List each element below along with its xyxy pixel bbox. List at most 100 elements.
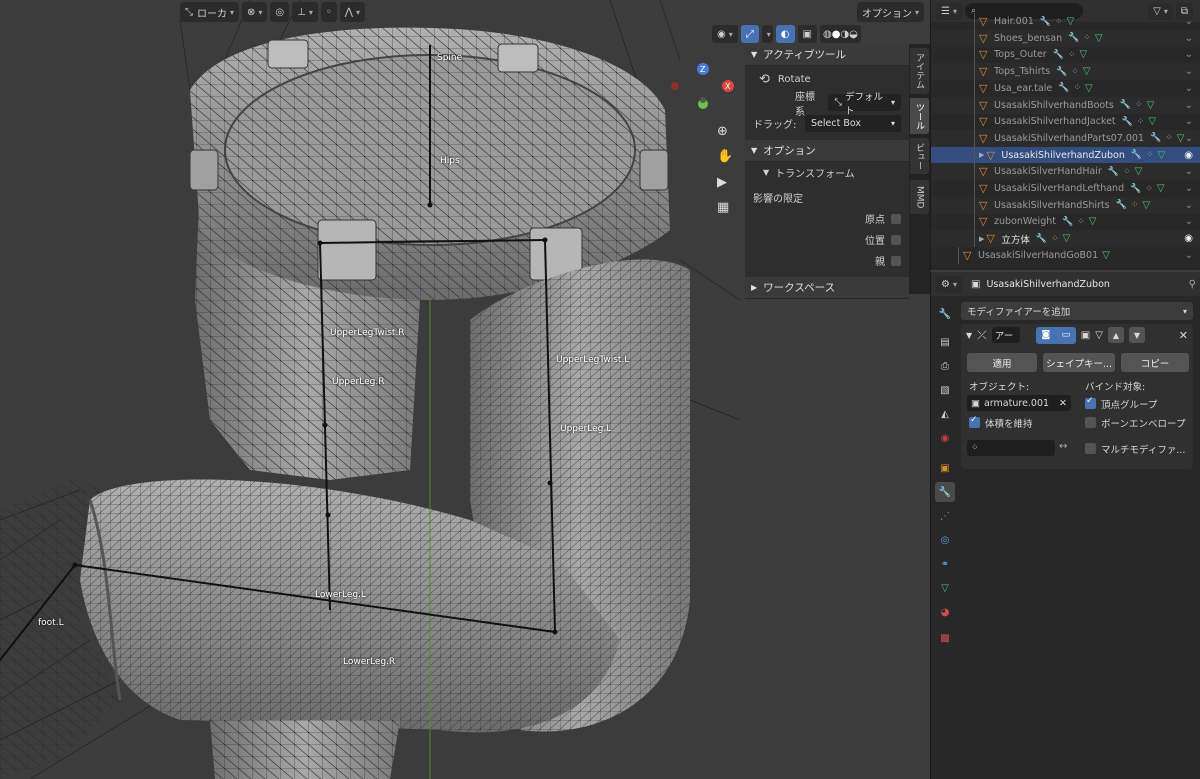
- camera-render-icon[interactable]: ◙: [1041, 330, 1050, 340]
- locations-checkbox[interactable]: [891, 234, 901, 245]
- object-field[interactable]: ▣ armature.001 ✕: [967, 395, 1071, 411]
- workspace-section-header[interactable]: ▶ ワークスペース: [745, 277, 909, 299]
- outliner-row[interactable]: ▽ UsasakiSilverHandLefthand 🔧 ⁘ ▽ ⌄: [931, 180, 1200, 197]
- eye-hidden-icon[interactable]: ⌄: [1185, 250, 1193, 261]
- mesh-data-icon[interactable]: ▽: [1085, 83, 1093, 94]
- tab-mmd[interactable]: MMD: [910, 180, 929, 214]
- pan-hand-icon[interactable]: ✋: [717, 149, 733, 164]
- outliner-row[interactable]: ▽ Tops_Outer 🔧 ⁘ ▽ ⌄: [931, 46, 1200, 64]
- origins-checkbox[interactable]: [891, 213, 901, 224]
- parents-row[interactable]: 親: [745, 250, 909, 271]
- drag-select[interactable]: Select Box ▾: [805, 115, 901, 132]
- orientation-dropdown[interactable]: ⤡ ローカ ▾: [180, 2, 240, 22]
- coord-select[interactable]: ⤡ デフォルト ▾: [828, 92, 901, 117]
- editmode-toggle[interactable]: ◙ ▭: [1035, 326, 1076, 344]
- outliner-row[interactable]: ▶ ▽ UsasakiShilverhandZubon 🔧 ⁘ ▽ ◉: [931, 146, 1200, 164]
- eye-hidden-icon[interactable]: ⌄: [1185, 183, 1193, 194]
- modifier-wrench-icon[interactable]: 🔧: [1122, 117, 1133, 127]
- mesh-data-icon[interactable]: ▽: [1095, 33, 1103, 44]
- outliner-row[interactable]: ▽ UsasakiSilverHandGoB01 ▽ ⌄: [931, 246, 1200, 264]
- zoom-icon[interactable]: ⊕: [717, 124, 728, 139]
- mesh-data-icon[interactable]: ▽: [1135, 166, 1143, 177]
- vertex-groups-icon[interactable]: ⁘: [1055, 17, 1063, 27]
- outliner-row[interactable]: ▽ Tops_Tshirts 🔧 ⁘ ▽ ⌄: [931, 63, 1200, 81]
- origins-row[interactable]: 原点: [745, 208, 909, 229]
- invert-arrows-icon[interactable]: ↔: [1059, 441, 1067, 452]
- gizmo-toggle[interactable]: ⤢: [740, 25, 759, 43]
- data-tab-icon[interactable]: ▽: [935, 578, 955, 598]
- monitor-icon[interactable]: ▭: [1062, 330, 1071, 340]
- tab-item[interactable]: アイテム: [910, 48, 929, 94]
- multi-modifier-checkbox[interactable]: [1085, 443, 1096, 454]
- modifier-wrench-icon[interactable]: 🔧: [1150, 133, 1161, 143]
- vertex-groups-icon[interactable]: ⁘: [1135, 100, 1143, 110]
- modifier-wrench-icon[interactable]: 🔧: [1131, 150, 1142, 160]
- tab-view[interactable]: ビュー: [910, 138, 929, 174]
- vertex-groups-icon[interactable]: ⁘: [1071, 67, 1079, 77]
- expand-arrow-icon[interactable]: ▶: [979, 151, 984, 159]
- eye-hidden-icon[interactable]: ⌄: [1185, 100, 1193, 111]
- editor-type-dropdown[interactable]: ⚙ ▾: [936, 275, 962, 293]
- modifier-wrench-icon[interactable]: 🔧: [1116, 200, 1127, 210]
- texture-tab-icon[interactable]: ▩: [935, 628, 955, 648]
- apply-button[interactable]: 適用: [967, 353, 1037, 372]
- eye-hidden-icon[interactable]: ⌄: [1185, 133, 1193, 144]
- modifier-wrench-icon[interactable]: 🔧: [1056, 67, 1067, 77]
- snap-dropdown[interactable]: ⊥ ▾: [292, 2, 318, 22]
- pivot-dropdown[interactable]: ⊗ ▾: [242, 2, 268, 22]
- material-shading-icon[interactable]: ◑: [840, 29, 849, 40]
- modifier-wrench-icon[interactable]: 🔧: [1053, 50, 1064, 60]
- eye-hidden-icon[interactable]: ⌄: [1185, 216, 1193, 227]
- modifier-wrench-icon[interactable]: 🔧: [1130, 184, 1141, 194]
- outliner-row[interactable]: ▽ zubonWeight 🔧 ⁘ ▽ ⌄: [931, 213, 1200, 231]
- outliner-row[interactable]: ▽ Shoes_bensan 🔧 ⁘ ▽ ⌄: [931, 29, 1200, 47]
- eye-hidden-icon[interactable]: ⌄: [1185, 166, 1193, 177]
- locations-row[interactable]: 位置: [745, 229, 909, 250]
- view-layer-tab-icon[interactable]: ▧: [935, 380, 955, 400]
- modifier-tab-icon[interactable]: 🔧: [935, 482, 955, 502]
- modifier-wrench-icon[interactable]: 🔧: [1120, 100, 1131, 110]
- render-tab-icon[interactable]: ▤: [935, 332, 955, 352]
- bone-envelopes-checkbox[interactable]: [1085, 417, 1096, 428]
- expand-arrow-icon[interactable]: ▶: [979, 235, 984, 243]
- falloff-dropdown[interactable]: ⋀ ▾: [339, 2, 366, 22]
- move-down-button[interactable]: ▼: [1128, 327, 1145, 343]
- clear-icon[interactable]: ✕: [1059, 398, 1067, 409]
- vertex-groups-checkbox[interactable]: [1085, 396, 1096, 409]
- mesh-data-icon[interactable]: ▽: [1102, 250, 1110, 261]
- copy-button[interactable]: コピー: [1121, 353, 1189, 372]
- mesh-data-icon[interactable]: ▽: [1063, 233, 1071, 244]
- vertex-groups-icon[interactable]: ⁘: [1145, 184, 1153, 194]
- modifier-wrench-icon[interactable]: 🔧: [1036, 234, 1047, 244]
- active-tool-section-header[interactable]: ▼ アクティブツール: [745, 44, 909, 66]
- expand-arrow-icon[interactable]: ▼: [966, 331, 972, 340]
- mesh-data-icon[interactable]: ▽: [1089, 216, 1097, 227]
- vertex-groups-icon[interactable]: ⁘: [1068, 50, 1076, 60]
- outliner-row[interactable]: ▽ Hair.001 🔧 ⁘ ▽ ⌄: [931, 13, 1200, 30]
- shading-modes[interactable]: ◍ ● ◑ ◒: [819, 25, 861, 43]
- grid-icon[interactable]: ▦: [717, 200, 729, 215]
- constraints-tab-icon[interactable]: ⚭: [935, 554, 955, 574]
- particles-tab-icon[interactable]: ⋰: [935, 506, 955, 526]
- tool-settings-tab-icon[interactable]: 🔧: [935, 304, 955, 324]
- snap-toggle[interactable]: ◎: [270, 2, 290, 22]
- vertex-groups-icon[interactable]: ⁘: [1131, 200, 1139, 210]
- vertex-groups-icon[interactable]: ⁘: [1077, 217, 1085, 227]
- mesh-data-icon[interactable]: ▽: [1079, 49, 1087, 60]
- camera-icon[interactable]: ▶: [717, 175, 727, 190]
- cage-vertex-icon[interactable]: ▽: [1095, 330, 1103, 341]
- options-dropdown[interactable]: オプション ▾: [856, 2, 924, 22]
- pin-icon[interactable]: ⚲: [1189, 279, 1196, 290]
- mesh-data-icon[interactable]: ▽: [1158, 150, 1166, 161]
- outliner-row[interactable]: ▽ Usa_ear.tale 🔧 ⁘ ▽ ⌄: [931, 79, 1200, 97]
- outliner-row[interactable]: ▽ UsasakiSilverHandShirts 🔧 ⁘ ▽ ⌄: [931, 196, 1200, 214]
- vertex-groups-icon[interactable]: ⁘: [1137, 117, 1145, 127]
- outliner-row[interactable]: ▽ UsasakiShilverhandParts07.001 🔧 ⁘ ▽ ⌄: [931, 129, 1200, 147]
- eye-hidden-icon[interactable]: ⌄: [1185, 16, 1193, 27]
- scene-tab-icon[interactable]: ◭: [935, 404, 955, 424]
- overlay-toggle[interactable]: ◐: [775, 25, 795, 43]
- wireframe-shading-icon[interactable]: ◍: [823, 29, 832, 40]
- modifier-wrench-icon[interactable]: 🔧: [1108, 167, 1119, 177]
- transform-subheader[interactable]: ▼ トランスフォーム: [745, 162, 909, 183]
- world-tab-icon[interactable]: ◉: [935, 428, 955, 448]
